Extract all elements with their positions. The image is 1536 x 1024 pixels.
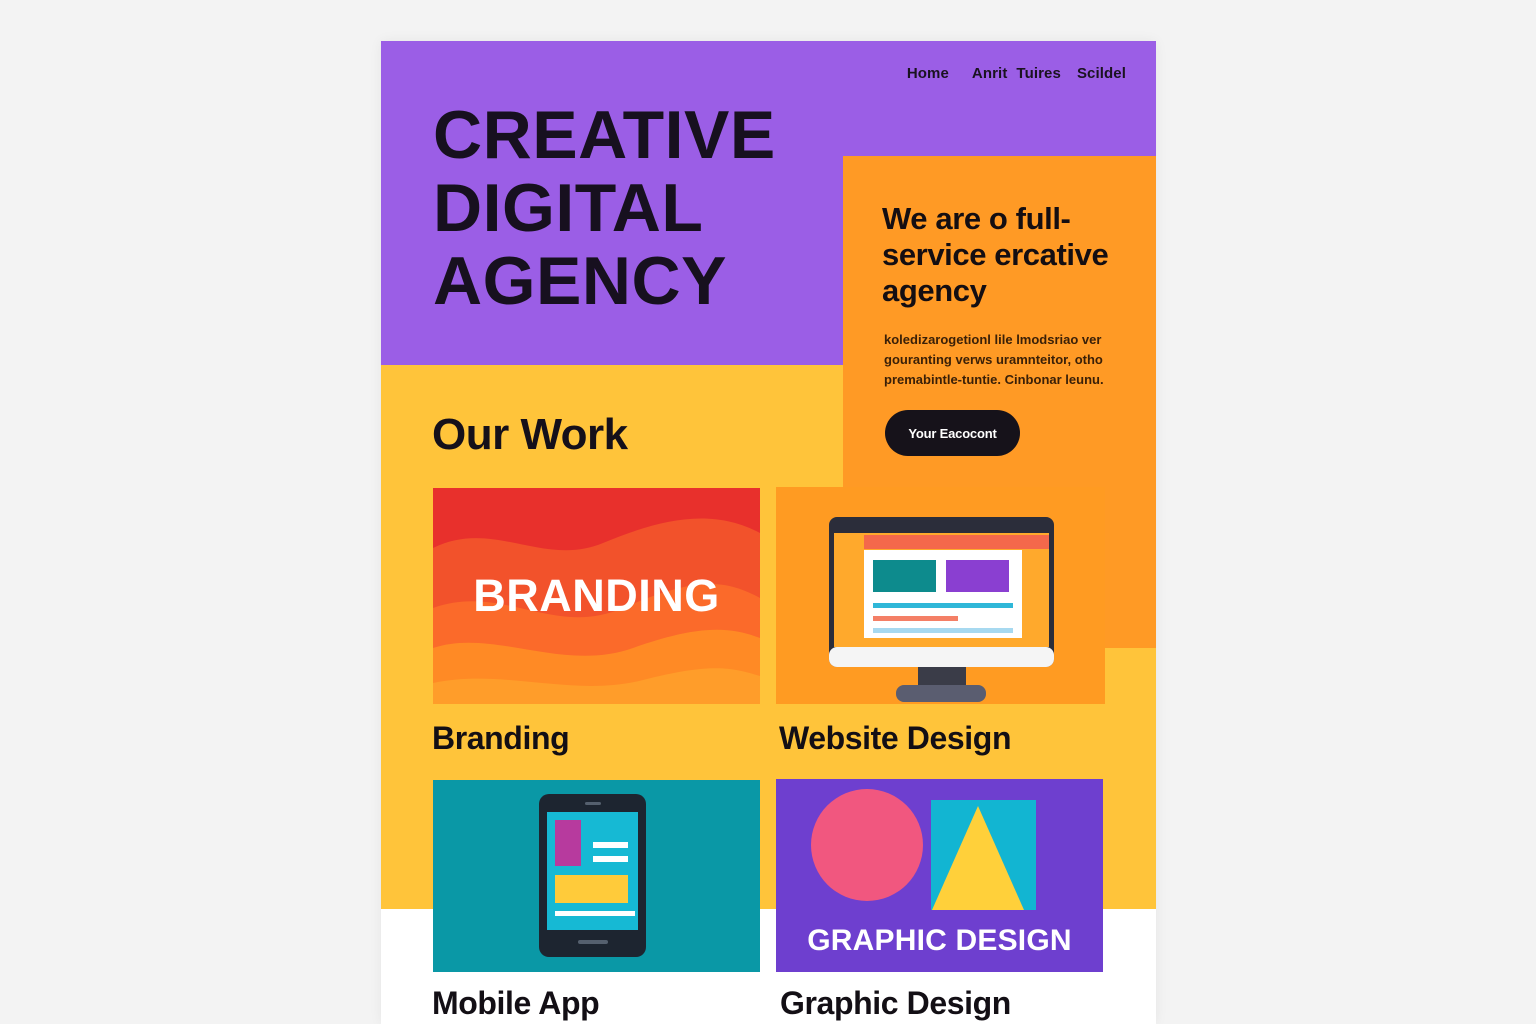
branding-label[interactable]: Branding	[432, 720, 570, 757]
mobile-app-card-image[interactable]	[433, 780, 760, 972]
branding-card-image[interactable]: BRANDING	[433, 488, 760, 704]
website-design-label[interactable]: Website Design	[779, 720, 1011, 757]
our-work-title: Our Work	[432, 410, 628, 459]
mobile-app-label[interactable]: Mobile App	[432, 985, 600, 1022]
hero-title-line: AGENCY	[433, 243, 727, 319]
cta-button[interactable]: Your Eacocont	[885, 410, 1020, 456]
hero-title-line: DIGITAL	[433, 170, 704, 246]
graphic-design-label[interactable]: Graphic Design	[780, 985, 1011, 1022]
branding-image-text: BRANDING	[473, 570, 720, 621]
nav-item-2[interactable]: Anrit	[972, 65, 1008, 82]
graphic-design-image-text: GRAPHIC DESIGN	[807, 924, 1072, 957]
top-nav: Home Anrit Tuires Scildel	[907, 65, 1126, 82]
nav-item-4[interactable]: Scildel	[1077, 65, 1126, 82]
intro-body: koledizarogetionl lile lmodsriao ver gou…	[884, 332, 1104, 387]
website-design-card-image[interactable]	[776, 487, 1105, 704]
hero-title-line: CREATIVE	[433, 97, 776, 173]
agency-page: Home Anrit Tuires Scildel CREATIVE DIGIT…	[381, 41, 1156, 1024]
graphic-design-card-image[interactable]: GRAPHIC DESIGN	[776, 779, 1103, 972]
monitor-icon	[776, 487, 1105, 704]
hero-title: CREATIVE DIGITAL AGENCY	[433, 99, 853, 318]
nav-home[interactable]: Home	[907, 65, 949, 82]
circle-shape	[811, 789, 923, 901]
tablet-icon	[433, 780, 760, 972]
nav-item-3[interactable]: Tuires	[1016, 65, 1061, 82]
intro-heading: We are o full-service ercative agency	[882, 201, 1109, 308]
